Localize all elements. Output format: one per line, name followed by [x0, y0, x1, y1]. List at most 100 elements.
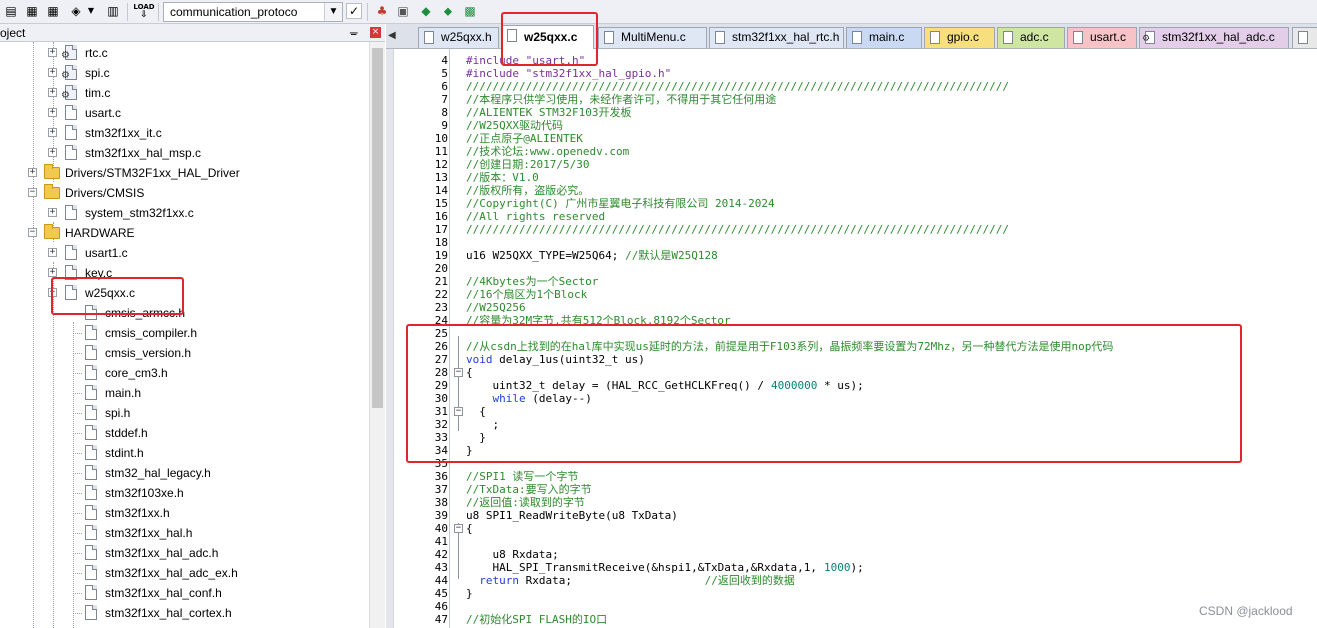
- code-line[interactable]: 44 return Rxdata; //返回收到的数据: [386, 574, 1317, 587]
- code-line[interactable]: 29 uint32_t delay = (HAL_RCC_GetHCLKFreq…: [386, 379, 1317, 392]
- code-line[interactable]: 41: [386, 535, 1317, 548]
- editor-tab[interactable]: w25qxx.h: [418, 27, 499, 48]
- code-line[interactable]: 37 //TxData:要写入的字节: [386, 483, 1317, 496]
- tree-item[interactable]: stm32f1xx_hal_cortex.h: [0, 603, 369, 623]
- code-line[interactable]: 5 #include "stm32f1xx_hal_gpio.h": [386, 67, 1317, 80]
- fold-toggle-icon[interactable]: −: [454, 407, 463, 416]
- code-line[interactable]: 24 //容量为32M字节,共有512个Block,8192个Sector: [386, 314, 1317, 327]
- code-line[interactable]: 7 //本程序只供学习使用，未经作者许可，不得用于其它任何用途: [386, 93, 1317, 106]
- tree-item[interactable]: cmsis_armcc.h: [0, 303, 369, 323]
- manage-project-icon[interactable]: ♣: [374, 3, 390, 19]
- tree-item[interactable]: stm32f1xx_hal.h: [0, 523, 369, 543]
- tree-item[interactable]: + ⚙ rtc.c: [0, 43, 369, 63]
- code-line[interactable]: 6 ///////////////////////////////////////…: [386, 80, 1317, 93]
- code-line[interactable]: 16 //All rights reserved: [386, 210, 1317, 223]
- tree-item[interactable]: + usart1.c: [0, 243, 369, 263]
- code-line[interactable]: 33 }: [386, 431, 1317, 444]
- tree-item[interactable]: main.h: [0, 383, 369, 403]
- tree-item[interactable]: cmsis_compiler.h: [0, 323, 369, 343]
- components-icon[interactable]: ▣: [395, 3, 411, 19]
- editor-tab[interactable]: ⚙ stm32f1xx_hal_adc.c: [1139, 27, 1289, 48]
- code-line[interactable]: 36 //SPI1 读写一个字节: [386, 470, 1317, 483]
- code-line[interactable]: 42 u8 Rxdata;: [386, 548, 1317, 561]
- code-editor[interactable]: 4 #include "usart.h" 5 #include "stm32f1xx_…: [386, 49, 1317, 628]
- editor-tab[interactable]: adc.c: [997, 27, 1065, 48]
- editor-tab[interactable]: gpio.c: [924, 27, 995, 48]
- code-line[interactable]: 13 //版本：V1.0: [386, 171, 1317, 184]
- code-line[interactable]: 46: [386, 600, 1317, 613]
- expand-icon[interactable]: +: [48, 148, 57, 157]
- code-line[interactable]: 15 //Copyright(C) 广州市星翼电子科技有限公司 2014-2024: [386, 197, 1317, 210]
- code-line[interactable]: 38 //返回值:读取到的字节: [386, 496, 1317, 509]
- stop-build-icon[interactable]: ▥: [105, 3, 121, 19]
- code-line[interactable]: 4 #include "usart.h": [386, 54, 1317, 67]
- expand-icon[interactable]: +: [48, 268, 57, 277]
- translate-icon[interactable]: ▤: [3, 3, 19, 19]
- code-line[interactable]: 19 u16 W25QXX_TYPE=W25Q64; //默认是W25Q128: [386, 249, 1317, 262]
- batch-build-icon[interactable]: ◈: [68, 3, 84, 19]
- tree-item[interactable]: − Drivers/CMSIS: [0, 183, 369, 203]
- tree-item[interactable]: + stm32f1xx_it.c: [0, 123, 369, 143]
- code-line[interactable]: 26 //从csdn上找到的在hal库中实现us延时的方法，前提是用于F103系列…: [386, 340, 1317, 353]
- expand-icon[interactable]: +: [48, 108, 57, 117]
- code-line[interactable]: 30 while (delay--): [386, 392, 1317, 405]
- expand-icon[interactable]: +: [48, 128, 57, 137]
- tree-item[interactable]: + usart.c: [0, 103, 369, 123]
- tab-scroll-left-icon[interactable]: ◀: [388, 28, 402, 44]
- collapse-icon[interactable]: −: [28, 228, 37, 237]
- code-line[interactable]: 10 //正点原子@ALIENTEK: [386, 132, 1317, 145]
- code-line[interactable]: 35: [386, 457, 1317, 470]
- code-line[interactable]: 40−{: [386, 522, 1317, 535]
- code-line[interactable]: 32 ;: [386, 418, 1317, 431]
- editor-tab[interactable]: usart.c: [1067, 27, 1137, 48]
- collapse-icon[interactable]: −: [28, 188, 37, 197]
- code-line[interactable]: 27 void delay_1us(uint32_t us): [386, 353, 1317, 366]
- tree-item[interactable]: + system_stm32f1xx.c: [0, 203, 369, 223]
- tree-item[interactable]: stm32f1xx.h: [0, 503, 369, 523]
- expand-icon[interactable]: +: [48, 248, 57, 257]
- tree-item[interactable]: stm32_hal_legacy.h: [0, 463, 369, 483]
- code-line[interactable]: 21 //4Kbytes为一个Sector: [386, 275, 1317, 288]
- chevron-down-icon[interactable]: ▼: [86, 3, 96, 19]
- editor-tab[interactable]: main.c: [846, 27, 922, 48]
- code-line[interactable]: 11 //技术论坛:www.openedv.com: [386, 145, 1317, 158]
- code-line[interactable]: 23 //W25Q256: [386, 301, 1317, 314]
- target-options-icon[interactable]: ✓: [346, 3, 362, 19]
- rebuild-icon[interactable]: ▦: [45, 3, 61, 19]
- expand-icon[interactable]: +: [48, 48, 57, 57]
- code-line[interactable]: 28−{: [386, 366, 1317, 379]
- tree-item[interactable]: + key.c: [0, 263, 369, 283]
- code-line[interactable]: 17 //////////////////////////////////////…: [386, 223, 1317, 236]
- code-line[interactable]: 31− {: [386, 405, 1317, 418]
- code-line[interactable]: 8 //ALIENTEK STM32F103开发板: [386, 106, 1317, 119]
- tree-item[interactable]: stm32f1xx_hal_adc_ex.h: [0, 563, 369, 583]
- code-line[interactable]: 22 //16个扇区为1个Block: [386, 288, 1317, 301]
- code-line[interactable]: 34}: [386, 444, 1317, 457]
- build-icon[interactable]: ▦: [24, 3, 40, 19]
- expand-icon[interactable]: +: [28, 168, 37, 177]
- chevron-down-icon[interactable]: ▼: [324, 3, 342, 21]
- code-line[interactable]: 43 HAL_SPI_TransmitReceive(&hspi1,&TxDat…: [386, 561, 1317, 574]
- code-line[interactable]: 9 //W25QXX驱动代码: [386, 119, 1317, 132]
- code-line[interactable]: 47 //初始化SPI FLASH的IO口: [386, 613, 1317, 626]
- tree-item[interactable]: core_cm3.h: [0, 363, 369, 383]
- code-line[interactable]: 18: [386, 236, 1317, 249]
- target-select[interactable]: communication_protoco ▼: [163, 2, 343, 22]
- tree-item[interactable]: cmsis_version.h: [0, 343, 369, 363]
- tree-item[interactable]: + stm32f1xx_hal_msp.c: [0, 143, 369, 163]
- editor-tab[interactable]: w25qxx.c: [501, 25, 594, 49]
- tree-item[interactable]: + w25qxx.c: [0, 283, 369, 303]
- fold-toggle-icon[interactable]: −: [454, 524, 463, 533]
- code-line[interactable]: 20: [386, 262, 1317, 275]
- tree-item[interactable]: + Drivers/STM32F1xx_HAL_Driver: [0, 163, 369, 183]
- tree-item[interactable]: spi.h: [0, 403, 369, 423]
- tree-item[interactable]: stm32f1xx_hal_adc.h: [0, 543, 369, 563]
- code-line[interactable]: 39 u8 SPI1_ReadWriteByte(u8 TxData): [386, 509, 1317, 522]
- diamond-icon[interactable]: ◆: [418, 3, 434, 19]
- tree-item[interactable]: stm32f1xx_hal_conf.h: [0, 583, 369, 603]
- editor-tab[interactable]: [1292, 27, 1317, 48]
- code-line[interactable]: 45}: [386, 587, 1317, 600]
- expand-icon[interactable]: +: [48, 68, 57, 77]
- close-icon[interactable]: ×: [370, 27, 381, 38]
- expand-icon[interactable]: +: [48, 88, 57, 97]
